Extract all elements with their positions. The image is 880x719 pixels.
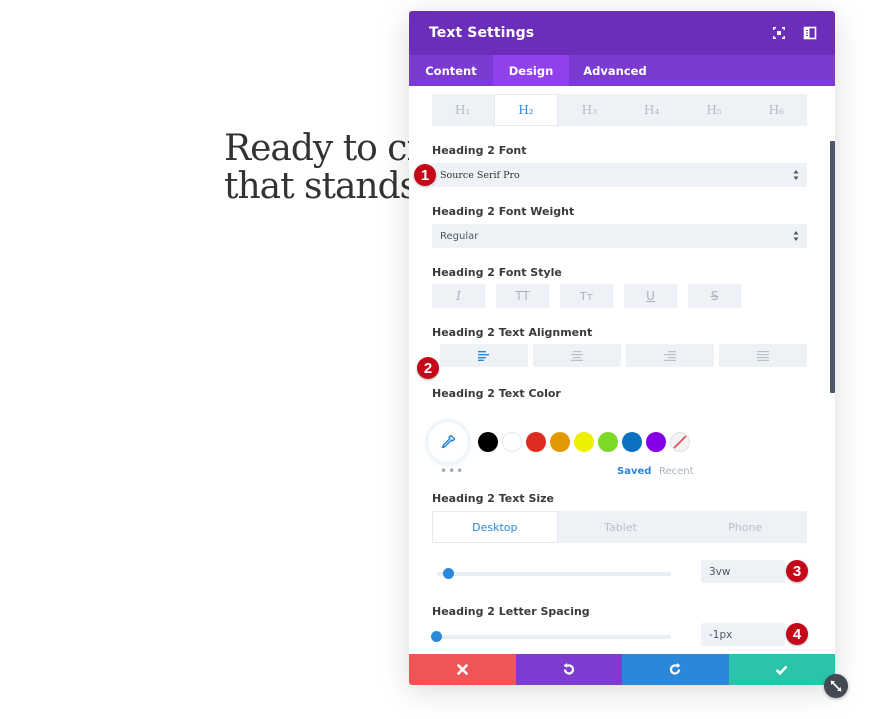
modal-tabs: Content Design Advanced — [409, 55, 835, 86]
close-icon — [456, 664, 468, 675]
text-size-slider[interactable] — [437, 568, 671, 579]
annotation-badge-3: 3 — [786, 560, 808, 582]
font-style-field: Heading 2 Font Style I TT Tᴛ U S — [432, 266, 807, 308]
text-size-label: Heading 2 Text Size — [432, 492, 554, 505]
device-tab-phone[interactable]: Phone — [683, 511, 808, 543]
align-right-icon — [664, 350, 676, 361]
redo-button[interactable] — [622, 654, 729, 685]
text-size-slider-thumb[interactable] — [443, 568, 455, 579]
text-alignment-label: Heading 2 Text Alignment — [432, 326, 593, 339]
italic-button[interactable]: I — [432, 284, 485, 308]
align-justify-icon — [757, 350, 769, 361]
font-field: Heading 2 Font Source Serif Pro — [432, 144, 807, 187]
font-select-value: Source Serif Pro — [440, 169, 520, 181]
swatch-purple[interactable] — [646, 432, 666, 452]
resize-handle[interactable] — [824, 674, 848, 698]
text-settings-modal: Text Settings Content Design Advanced H₁… — [409, 11, 835, 685]
color-picker-button[interactable] — [428, 422, 468, 462]
modal-title: Text Settings — [429, 25, 535, 41]
text-alignment-field: Heading 2 Text Alignment — [432, 326, 807, 367]
checkmark-icon — [775, 665, 788, 675]
swatch-green[interactable] — [598, 432, 618, 452]
select-arrows-icon — [793, 170, 799, 180]
font-weight-select-value: Regular — [440, 230, 479, 242]
swatch-red[interactable] — [526, 432, 546, 452]
settings-body: H₁ H₂ H₃ H₄ H₅ H₆ Heading 2 Font Source … — [409, 86, 835, 654]
recent-colors-tab[interactable]: Recent — [659, 466, 694, 477]
heading-tab-h1[interactable]: H₁ — [432, 94, 494, 126]
redo-icon — [669, 663, 681, 675]
strikethrough-button[interactable]: S — [688, 284, 741, 308]
swatch-white[interactable] — [502, 432, 522, 452]
align-center-icon — [571, 350, 583, 361]
letter-spacing-label: Heading 2 Letter Spacing — [432, 605, 590, 618]
swatch-yellow[interactable] — [574, 432, 594, 452]
modal-header: Text Settings — [409, 11, 835, 55]
color-swatches — [478, 432, 690, 452]
font-weight-field: Heading 2 Font Weight Regular — [432, 205, 807, 248]
annotation-badge-4: 4 — [786, 623, 808, 645]
text-size-field: Heading 2 Text Size Desktop Tablet Phone — [432, 492, 808, 543]
focus-icon[interactable] — [772, 26, 786, 40]
undo-icon — [563, 663, 575, 675]
sidebar-toggle-icon[interactable] — [803, 26, 817, 40]
align-justify-button[interactable] — [719, 344, 807, 367]
swatch-clear[interactable] — [670, 432, 690, 452]
font-weight-label: Heading 2 Font Weight — [432, 205, 575, 218]
cancel-button[interactable] — [409, 654, 516, 685]
align-left-button[interactable] — [440, 344, 528, 367]
font-label: Heading 2 Font — [432, 144, 527, 157]
undo-button[interactable] — [515, 654, 622, 685]
align-left-icon — [478, 350, 489, 361]
heading-tab-h2[interactable]: H₂ — [494, 94, 558, 126]
text-color-field: Heading 2 Text Color — [432, 387, 807, 400]
heading-tab-h6[interactable]: H₆ — [745, 94, 807, 126]
modal-footer — [409, 654, 835, 685]
tab-design[interactable]: Design — [493, 55, 569, 86]
underline-button[interactable]: U — [624, 284, 677, 308]
more-colors-button[interactable]: ••• — [440, 464, 464, 478]
alignment-buttons — [432, 344, 807, 367]
swatch-blue[interactable] — [622, 432, 642, 452]
device-tabs: Desktop Tablet Phone — [432, 511, 808, 543]
text-color-label: Heading 2 Text Color — [432, 387, 561, 400]
heading-tab-h3[interactable]: H₃ — [558, 94, 620, 126]
annotation-badge-1: 1 — [414, 164, 436, 186]
settings-scrollbar[interactable] — [830, 141, 835, 393]
select-arrows-icon — [793, 231, 799, 241]
capitalize-button[interactable]: Tᴛ — [560, 284, 613, 308]
tab-content[interactable]: Content — [409, 55, 493, 86]
heading-tab-h4[interactable]: H₄ — [620, 94, 683, 126]
saved-colors-tab[interactable]: Saved — [617, 466, 651, 477]
align-right-button[interactable] — [626, 344, 714, 367]
swatch-black[interactable] — [478, 432, 498, 452]
letter-spacing-slider[interactable] — [431, 631, 671, 642]
annotation-badge-2: 2 — [417, 357, 439, 379]
heading-level-tabs: H₁ H₂ H₃ H₄ H₅ H₆ — [432, 94, 807, 126]
font-weight-select[interactable]: Regular — [432, 224, 807, 248]
tab-advanced[interactable]: Advanced — [569, 55, 661, 86]
page-heading-line-2: that stands — [224, 166, 418, 206]
font-style-buttons: I TT Tᴛ U S — [432, 284, 807, 308]
eyedropper-icon — [441, 434, 456, 449]
letter-spacing-input[interactable] — [701, 623, 785, 646]
font-style-label: Heading 2 Font Style — [432, 266, 562, 279]
no-color-icon — [670, 432, 690, 452]
page-heading-line-1: Ready to cre — [224, 130, 424, 169]
letter-spacing-field: Heading 2 Letter Spacing — [432, 605, 807, 618]
align-center-button[interactable] — [533, 344, 621, 367]
font-select[interactable]: Source Serif Pro — [432, 163, 807, 187]
uppercase-button[interactable]: TT — [496, 284, 549, 308]
device-tab-tablet[interactable]: Tablet — [558, 511, 683, 543]
save-button[interactable] — [728, 654, 835, 685]
swatch-orange[interactable] — [550, 432, 570, 452]
device-tab-desktop[interactable]: Desktop — [432, 511, 558, 543]
heading-tab-h5[interactable]: H₅ — [683, 94, 745, 126]
text-size-input[interactable] — [701, 560, 785, 583]
letter-spacing-slider-thumb[interactable] — [431, 631, 442, 642]
page-heading: Ready to cre that stands — [224, 130, 424, 206]
resize-diagonal-icon — [830, 680, 842, 692]
